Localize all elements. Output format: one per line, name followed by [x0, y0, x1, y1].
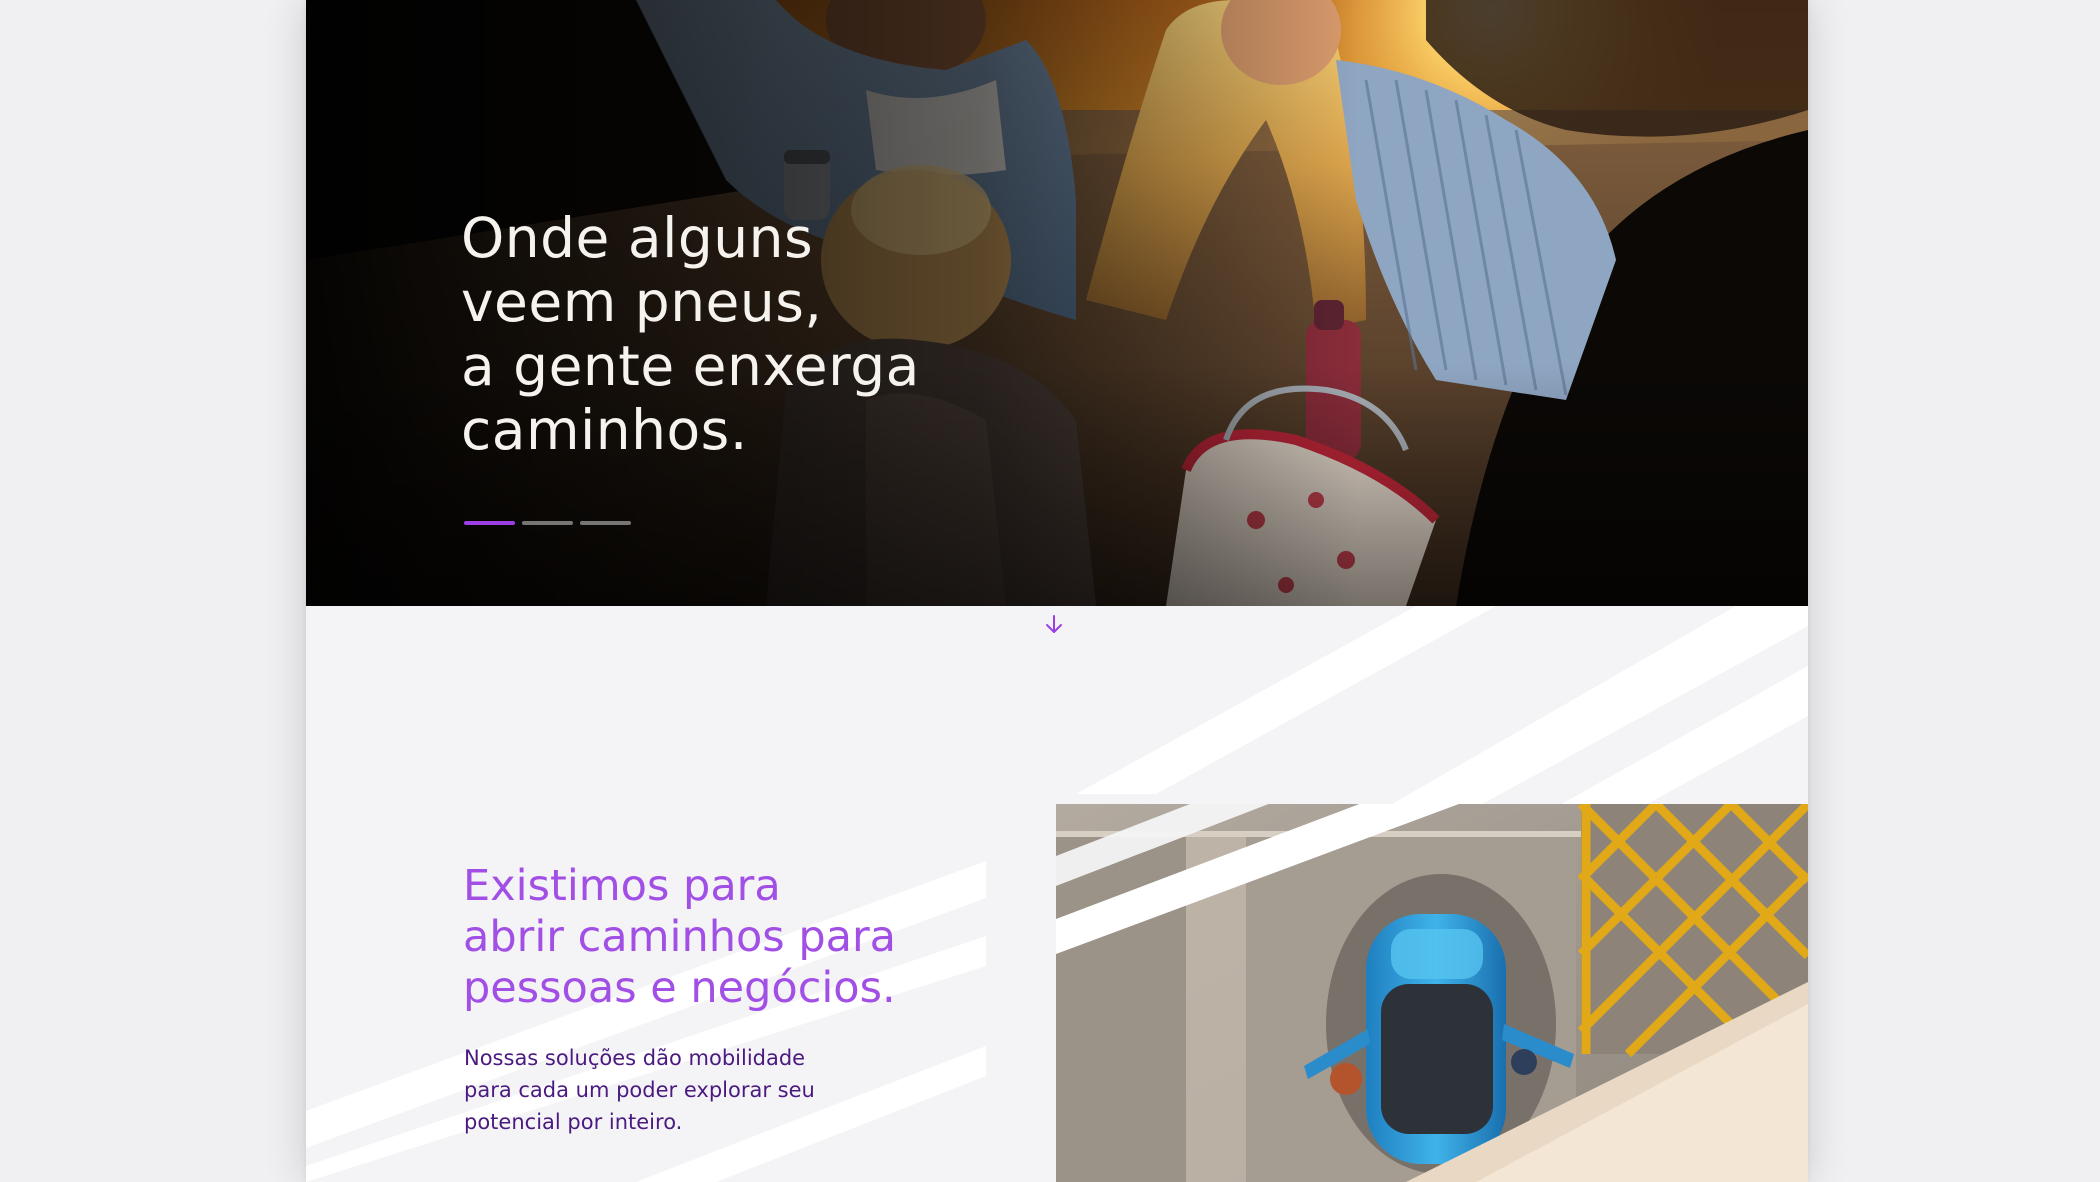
carousel-indicators	[464, 521, 631, 525]
description-line: potencial por inteiro.	[464, 1110, 683, 1134]
section-tagline: Existimos para abrir caminhos para pesso…	[463, 861, 983, 1014]
car-aerial-photo	[1056, 804, 1808, 1182]
tagline-line: abrir caminhos para	[463, 912, 897, 962]
hero-headline-line: a gente enxerga	[461, 334, 920, 398]
arrow-down-icon[interactable]	[1044, 614, 1064, 636]
carousel-indicator-3[interactable]	[580, 521, 631, 525]
description-line: para cada um poder explorar seu	[464, 1078, 815, 1102]
hero-headline-line: veem pneus,	[461, 270, 823, 334]
hero-banner: Onde alguns veem pneus, a gente enxerga …	[306, 0, 1808, 606]
carousel-indicator-2[interactable]	[522, 521, 573, 525]
tagline-line: pessoas e negócios.	[463, 963, 896, 1013]
hero-headline-line: caminhos.	[461, 398, 748, 462]
hero-headline-line: Onde alguns	[461, 206, 814, 270]
description-line: Nossas soluções dão mobilidade	[464, 1046, 806, 1070]
landing-page: Onde alguns veem pneus, a gente enxerga …	[306, 0, 1808, 1182]
about-section: Existimos para abrir caminhos para pesso…	[306, 606, 1808, 1182]
hero-headline: Onde alguns veem pneus, a gente enxerga …	[461, 206, 1021, 462]
carousel-indicator-1[interactable]	[464, 521, 515, 525]
section-description: Nossas soluções dão mobilidade para cada…	[464, 1042, 884, 1138]
tagline-line: Existimos para	[463, 861, 781, 911]
